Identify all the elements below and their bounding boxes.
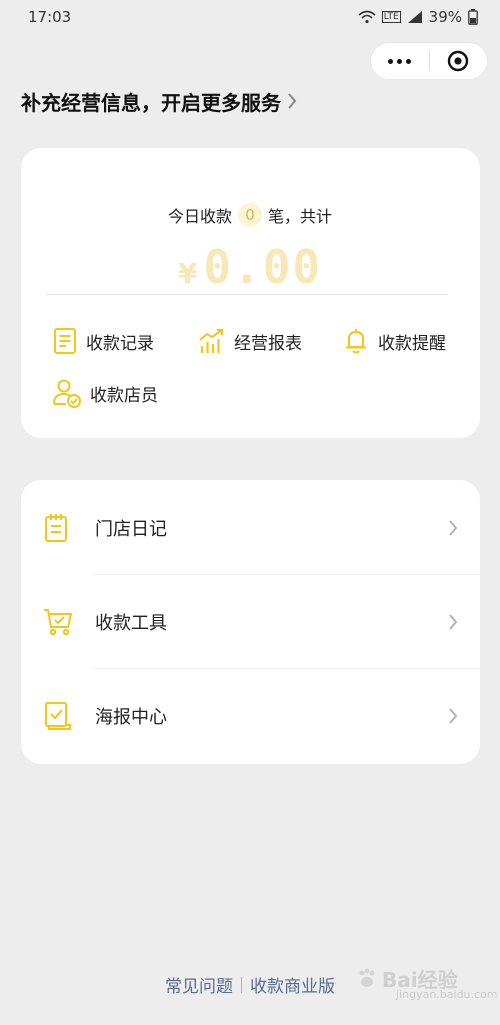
target-close-icon (448, 50, 469, 72)
action-payment-records[interactable]: 收款记录 (52, 327, 154, 355)
close-button[interactable] (429, 43, 487, 79)
miniprogram-capsule (370, 42, 488, 80)
paw-logo-icon (359, 968, 375, 987)
action-business-report[interactable]: 经营报表 (198, 327, 302, 355)
currency-symbol: ¥ (177, 257, 198, 290)
action-payment-staff[interactable]: 收款店员 (52, 378, 158, 408)
menu-item-poster-center[interactable]: 海报中心 (21, 669, 480, 763)
more-button[interactable] (371, 43, 429, 79)
wifi-icon (358, 10, 376, 24)
watermark-subtext: jingyan.baidu.com (396, 988, 498, 1001)
cart-icon (44, 609, 73, 636)
business-edition-link[interactable]: 收款商业版 (250, 972, 335, 997)
chevron-right-icon (449, 708, 458, 724)
bar-chart-icon (199, 329, 223, 353)
page: 17:03 LTE 39% 补充经营信息，开启更多服务 今日收款 0 笔，共计 … (0, 0, 500, 1025)
menu-label: 收款工具 (95, 613, 167, 634)
baidu-watermark: Bai经验 jingyan.baidu.com (356, 964, 498, 1001)
today-amount: ¥ 0.00 (0, 240, 500, 294)
action-label: 收款店员 (90, 385, 158, 406)
menu-item-store-diary[interactable]: 门店日记 (21, 481, 480, 575)
today-summary: 今日收款 0 笔，共计 (0, 203, 500, 227)
today-suffix: 笔，共计 (268, 207, 333, 226)
complete-info-banner[interactable]: 补充经营信息，开启更多服务 (21, 86, 297, 116)
battery-icon (468, 9, 478, 25)
menu-item-payment-tools[interactable]: 收款工具 (21, 575, 480, 669)
battery-percent: 39% (428, 8, 462, 26)
signal-icon (407, 11, 422, 23)
menu-label: 门店日记 (95, 519, 167, 540)
status-time: 17:03 (28, 8, 72, 26)
amount-value: 0.00 (203, 240, 323, 294)
stats-divider (46, 294, 448, 295)
notebook-icon (45, 514, 67, 542)
document-icon (54, 328, 76, 354)
today-count-badge: 0 (238, 203, 262, 227)
staff-icon (53, 379, 81, 408)
status-icons: LTE 39% (358, 8, 478, 26)
footer-divider (241, 976, 242, 993)
poster-icon (45, 702, 71, 730)
action-payment-reminder[interactable]: 收款提醒 (342, 327, 446, 355)
chevron-right-icon (449, 520, 458, 536)
action-label: 收款提醒 (378, 333, 446, 354)
banner-title: 补充经营信息，开启更多服务 (21, 90, 281, 115)
menu-label: 海报中心 (95, 707, 167, 728)
faq-link[interactable]: 常见问题 (165, 972, 233, 997)
lte-badge: LTE (381, 11, 401, 23)
today-prefix: 今日收款 (167, 207, 232, 226)
chevron-right-icon (449, 614, 458, 630)
action-label: 收款记录 (86, 333, 154, 354)
action-label: 经营报表 (234, 333, 302, 354)
status-bar: 17:03 LTE 39% (0, 0, 500, 34)
bell-icon (346, 329, 366, 354)
more-dots-icon (388, 58, 412, 64)
chevron-right-icon (288, 93, 297, 109)
